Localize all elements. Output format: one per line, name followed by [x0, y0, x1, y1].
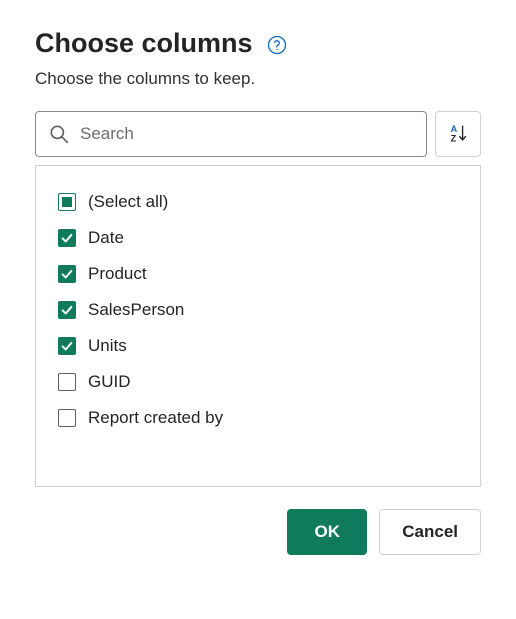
checkbox-unchecked-icon — [58, 373, 76, 391]
cancel-button[interactable]: Cancel — [379, 509, 481, 555]
dialog-subtitle: Choose the columns to keep. — [35, 69, 481, 89]
column-label: Date — [88, 228, 124, 248]
dialog-title: Choose columns — [35, 28, 253, 59]
dialog-header: Choose columns — [35, 28, 481, 59]
sort-az-icon: A Z — [447, 122, 469, 147]
checkbox-unchecked-icon — [58, 409, 76, 427]
help-icon[interactable] — [267, 35, 287, 55]
column-row[interactable]: GUID — [58, 364, 458, 400]
column-row[interactable]: Product — [58, 256, 458, 292]
column-row[interactable]: Report created by — [58, 400, 458, 436]
ok-button[interactable]: OK — [287, 509, 367, 555]
search-icon — [48, 123, 70, 145]
column-label: Units — [88, 336, 127, 356]
column-label: SalesPerson — [88, 300, 184, 320]
checkbox-checked-icon — [58, 229, 76, 247]
column-label: GUID — [88, 372, 131, 392]
search-row: A Z — [35, 111, 481, 157]
checkbox-indeterminate-icon — [58, 193, 76, 211]
checkbox-checked-icon — [58, 265, 76, 283]
column-row[interactable]: Units — [58, 328, 458, 364]
checkbox-checked-icon — [58, 337, 76, 355]
dialog-footer: OK Cancel — [35, 509, 481, 555]
column-label: Product — [88, 264, 147, 284]
sort-button[interactable]: A Z — [435, 111, 481, 157]
checkbox-checked-icon — [58, 301, 76, 319]
search-box[interactable] — [35, 111, 427, 157]
search-input[interactable] — [80, 124, 414, 144]
select-all-row[interactable]: (Select all) — [58, 184, 458, 220]
column-row[interactable]: SalesPerson — [58, 292, 458, 328]
column-row[interactable]: Date — [58, 220, 458, 256]
column-label: Report created by — [88, 408, 223, 428]
select-all-label: (Select all) — [88, 192, 168, 212]
columns-list-panel: (Select all) Date Product SalesPerson Units G… — [35, 165, 481, 487]
svg-text:Z: Z — [451, 133, 457, 143]
